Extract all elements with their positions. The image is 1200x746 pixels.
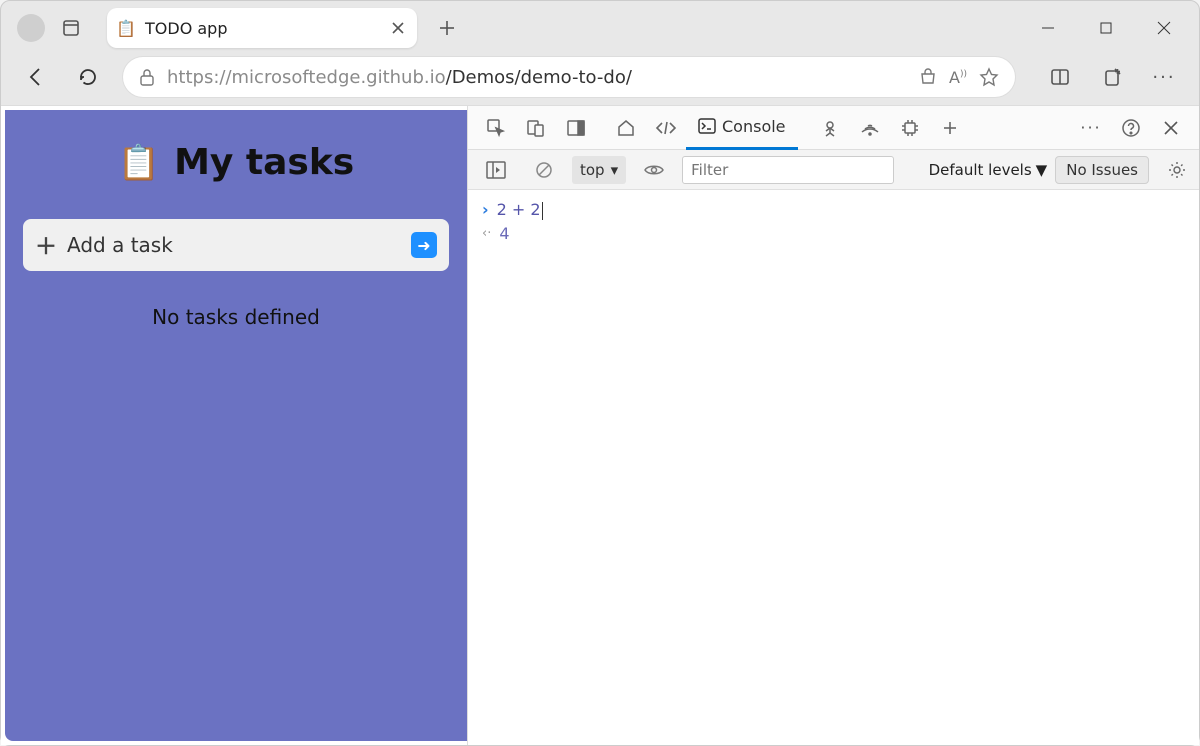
split-screen-icon[interactable] bbox=[1043, 60, 1077, 94]
console-output-value: 4 bbox=[499, 222, 509, 246]
console-controls: top ▾ Default levels ▼ No Issues bbox=[468, 150, 1199, 190]
console-output-icon: ‹· bbox=[482, 222, 491, 246]
execution-context-select[interactable]: top ▾ bbox=[572, 156, 626, 184]
tab-title: TODO app bbox=[145, 19, 379, 38]
clipboard-icon: 📋 bbox=[118, 143, 160, 183]
welcome-tab-icon[interactable] bbox=[606, 108, 646, 148]
collections-icon[interactable] bbox=[1095, 60, 1129, 94]
live-expression-icon[interactable] bbox=[634, 150, 674, 190]
issues-button[interactable]: No Issues bbox=[1055, 156, 1149, 184]
window-maximize-button[interactable] bbox=[1077, 8, 1135, 48]
url-text: https://microsoftedge.github.io/Demos/de… bbox=[167, 67, 907, 88]
console-output[interactable]: › 2 + 2 ‹· 4 bbox=[468, 190, 1199, 745]
devtools-panel: Console ··· bbox=[467, 106, 1199, 745]
console-prompt-icon: › bbox=[482, 198, 489, 222]
shopping-icon[interactable] bbox=[919, 68, 937, 86]
console-input-expr[interactable]: 2 + 2 bbox=[497, 198, 543, 222]
dock-side-icon[interactable] bbox=[556, 108, 596, 148]
favorite-icon[interactable] bbox=[979, 67, 999, 87]
console-tab[interactable]: Console bbox=[686, 106, 798, 150]
devtools-close-icon[interactable] bbox=[1151, 108, 1191, 148]
inspect-element-icon[interactable] bbox=[476, 108, 516, 148]
window-close-button[interactable] bbox=[1135, 8, 1193, 48]
plus-icon: ＋ bbox=[35, 229, 57, 261]
tab-overview-button[interactable] bbox=[55, 12, 87, 44]
browser-window: 📋 TODO app bbox=[0, 0, 1200, 746]
toolbar-right: ··· bbox=[1033, 60, 1181, 94]
add-task-row[interactable]: ＋ Add a task ➜ bbox=[23, 219, 449, 271]
profile-avatar[interactable] bbox=[17, 14, 45, 42]
network-tab-icon[interactable] bbox=[850, 108, 890, 148]
console-settings-icon[interactable] bbox=[1163, 161, 1191, 179]
tab-close-button[interactable] bbox=[389, 19, 407, 37]
console-filter-input[interactable] bbox=[682, 156, 894, 184]
devtools-menu-icon[interactable]: ··· bbox=[1071, 108, 1111, 148]
toggle-sidebar-icon[interactable] bbox=[476, 150, 516, 190]
browser-toolbar: https://microsoftedge.github.io/Demos/de… bbox=[1, 55, 1199, 105]
performance-tab-icon[interactable] bbox=[890, 108, 930, 148]
todo-app-page: 📋 My tasks ＋ Add a task ➜ No tasks defin… bbox=[5, 110, 467, 741]
log-levels-select[interactable]: Default levels ▼ bbox=[929, 161, 1048, 179]
elements-tab-icon[interactable] bbox=[646, 108, 686, 148]
help-icon[interactable] bbox=[1111, 108, 1151, 148]
menu-icon[interactable]: ··· bbox=[1147, 60, 1181, 94]
clipboard-icon: 📋 bbox=[117, 19, 135, 37]
page-title: 📋 My tasks bbox=[23, 142, 449, 183]
chevron-down-icon: ▾ bbox=[611, 161, 619, 179]
console-input-line: › 2 + 2 bbox=[482, 198, 1185, 222]
back-button[interactable] bbox=[19, 60, 53, 94]
window-minimize-button[interactable] bbox=[1019, 8, 1077, 48]
chevron-down-icon: ▼ bbox=[1036, 161, 1048, 179]
content-area: 📋 My tasks ＋ Add a task ➜ No tasks defin… bbox=[1, 105, 1199, 745]
read-aloud-icon[interactable]: A)) bbox=[949, 68, 967, 87]
add-task-input[interactable]: Add a task bbox=[67, 233, 401, 257]
new-tab-button[interactable] bbox=[431, 12, 463, 44]
browser-titlebar: 📋 TODO app bbox=[1, 1, 1199, 55]
refresh-button[interactable] bbox=[71, 60, 105, 94]
address-bar[interactable]: https://microsoftedge.github.io/Demos/de… bbox=[123, 57, 1015, 97]
sources-tab-icon[interactable] bbox=[810, 108, 850, 148]
device-emulation-icon[interactable] bbox=[516, 108, 556, 148]
window-controls bbox=[1019, 8, 1193, 48]
browser-tab[interactable]: 📋 TODO app bbox=[107, 8, 417, 48]
more-tabs-icon[interactable] bbox=[930, 108, 970, 148]
empty-state-text: No tasks defined bbox=[23, 305, 449, 329]
devtools-tabstrip: Console ··· bbox=[468, 106, 1199, 150]
submit-task-button[interactable]: ➜ bbox=[411, 232, 437, 258]
console-output-line: ‹· 4 bbox=[482, 222, 1185, 246]
lock-icon bbox=[139, 68, 155, 86]
clear-console-icon[interactable] bbox=[524, 150, 564, 190]
